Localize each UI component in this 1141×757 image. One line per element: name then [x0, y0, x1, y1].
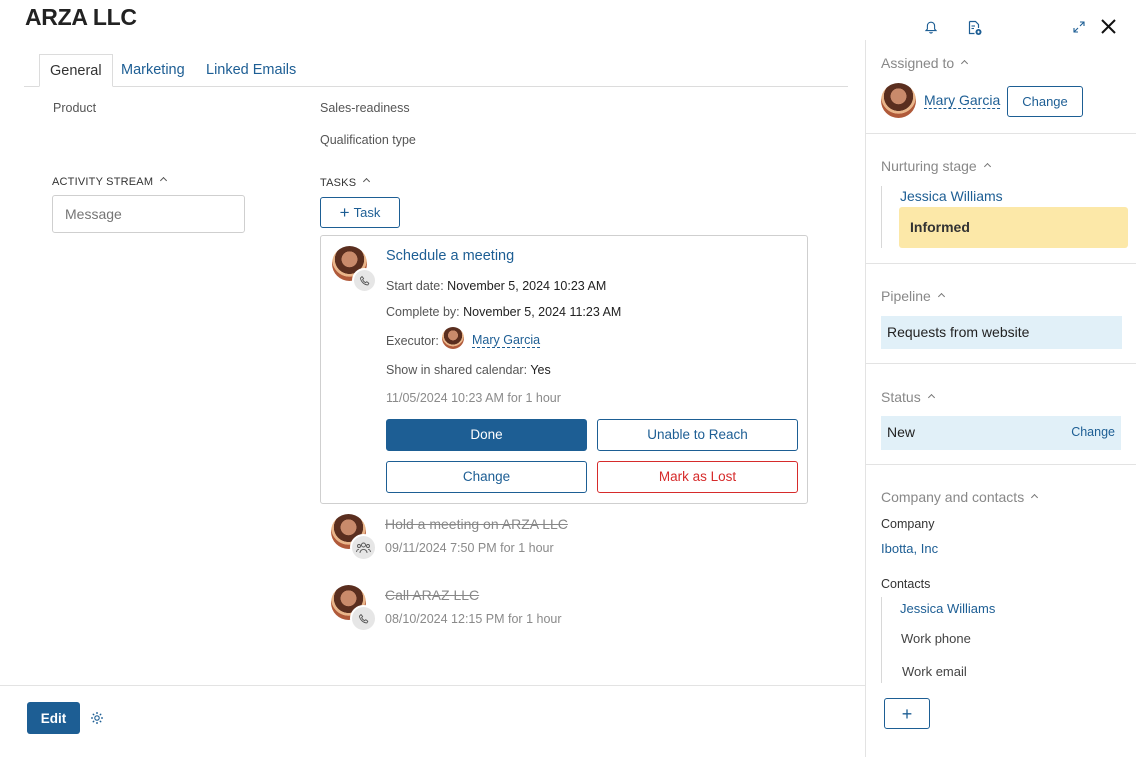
pipeline-heading[interactable]: Pipeline: [881, 288, 945, 304]
chevron-up-icon: [961, 59, 969, 68]
task-card: Schedule a meeting Start date: November …: [320, 235, 808, 504]
document-icon[interactable]: [967, 20, 983, 36]
task-title-link[interactable]: Schedule a meeting: [386, 248, 514, 264]
assignee-link[interactable]: Mary Garcia: [924, 92, 1001, 109]
close-icon[interactable]: [1100, 18, 1117, 35]
start-date-line: Start date: November 5, 2024 10:23 AM: [386, 279, 606, 293]
phone-icon: [352, 268, 377, 293]
divider: [866, 464, 1136, 465]
pipeline-heading-text: Pipeline: [881, 288, 931, 304]
change-button[interactable]: Change: [386, 461, 587, 493]
contacts-label: Contacts: [881, 577, 931, 591]
chevron-up-icon: [983, 162, 991, 171]
contact-link[interactable]: Jessica Williams: [900, 601, 995, 616]
right-sidebar: Assigned to Mary Garcia Change Nurturing…: [865, 40, 1141, 757]
change-assignee-button[interactable]: Change: [1007, 86, 1083, 117]
divider: [866, 263, 1136, 264]
complete-by-line: Complete by: November 5, 2024 11:23 AM: [386, 305, 621, 319]
complete-by-value: November 5, 2024 11:23 AM: [463, 305, 622, 319]
qualification-type-label: Qualification type: [320, 133, 416, 147]
bell-icon[interactable]: [924, 20, 938, 35]
add-task-button[interactable]: + Task: [320, 197, 400, 228]
assigned-heading-text: Assigned to: [881, 55, 955, 71]
status-heading[interactable]: Status: [881, 389, 935, 405]
footer-divider: [0, 685, 865, 686]
status-box: New Change: [881, 416, 1121, 450]
add-task-label: Task: [353, 205, 381, 220]
nurturing-heading-text: Nurturing stage: [881, 158, 977, 174]
page-title: ARZA LLC: [25, 4, 137, 30]
start-date-label: Start date:: [386, 279, 444, 293]
expand-icon[interactable]: [1072, 20, 1086, 34]
company-label: Company: [881, 517, 935, 531]
status-change-link[interactable]: Change: [1071, 425, 1115, 439]
pipeline-value[interactable]: Requests from website: [881, 316, 1122, 349]
mark-as-lost-button[interactable]: Mark as Lost: [597, 461, 798, 493]
unable-to-reach-button[interactable]: Unable to Reach: [597, 419, 798, 451]
shared-calendar-label: Show in shared calendar:: [386, 363, 528, 377]
done-button[interactable]: Done: [386, 419, 587, 451]
product-label: Product: [53, 101, 97, 115]
history-item-time: 08/10/2024 12:15 PM for 1 hour: [385, 612, 562, 626]
nurturing-person-link[interactable]: Jessica Williams: [900, 188, 1003, 204]
phone-icon: [350, 605, 377, 632]
chevron-up-icon: [160, 176, 168, 185]
tab-linked-emails[interactable]: Linked Emails: [206, 54, 296, 87]
edit-button[interactable]: Edit: [27, 702, 80, 734]
start-date-value: November 5, 2024 10:23 AM: [447, 279, 607, 293]
work-email-label: Work email: [902, 664, 967, 679]
company-link[interactable]: Ibotta, Inc: [881, 541, 938, 556]
divider: [866, 363, 1136, 364]
history-item-title[interactable]: Call ARAZ LLC: [385, 587, 479, 603]
company-heading-text: Company and contacts: [881, 489, 1025, 505]
add-contact-button[interactable]: +: [884, 698, 930, 729]
activity-stream-heading-text: ACTIVITY STREAM: [52, 176, 154, 188]
avatar: [442, 327, 464, 349]
shared-calendar-value: Yes: [530, 363, 551, 377]
history-item-time: 09/11/2024 7:50 PM for 1 hour: [385, 541, 554, 555]
status-value: New: [887, 424, 916, 440]
tasks-heading[interactable]: TASKS: [320, 177, 371, 189]
activity-stream-heading[interactable]: ACTIVITY STREAM: [52, 176, 168, 188]
avatar: [881, 83, 916, 118]
people-icon: [350, 534, 377, 561]
stage-badge[interactable]: Informed: [899, 207, 1128, 248]
task-time-summary: 11/05/2024 10:23 AM for 1 hour: [386, 391, 561, 405]
shared-calendar-line: Show in shared calendar: Yes: [386, 363, 551, 377]
chevron-up-icon: [1031, 493, 1039, 502]
divider: [866, 133, 1136, 134]
contacts-line: [881, 597, 882, 683]
status-heading-text: Status: [881, 389, 921, 405]
message-input[interactable]: [52, 195, 245, 233]
work-phone-label: Work phone: [901, 631, 971, 646]
gear-icon[interactable]: [90, 711, 104, 725]
sales-readiness-label: Sales-readiness: [320, 101, 410, 115]
company-heading[interactable]: Company and contacts: [881, 489, 1039, 505]
history-item-title[interactable]: Hold a meeting on ARZA LLC: [385, 516, 568, 532]
tab-general[interactable]: General: [39, 54, 113, 87]
nurturing-heading[interactable]: Nurturing stage: [881, 158, 991, 174]
complete-by-label: Complete by:: [386, 305, 460, 319]
tasks-heading-text: TASKS: [320, 177, 357, 189]
chevron-up-icon: [927, 393, 935, 402]
plus-icon: +: [339, 203, 350, 222]
tab-marketing[interactable]: Marketing: [121, 54, 185, 87]
executor-label: Executor:: [386, 334, 439, 348]
executor-link[interactable]: Mary Garcia: [472, 333, 541, 348]
tab-bar: General Marketing Linked Emails: [24, 54, 848, 87]
stage-line: [881, 186, 882, 248]
chevron-up-icon: [363, 177, 371, 186]
chevron-up-icon: [937, 292, 945, 301]
assigned-heading[interactable]: Assigned to: [881, 55, 969, 71]
